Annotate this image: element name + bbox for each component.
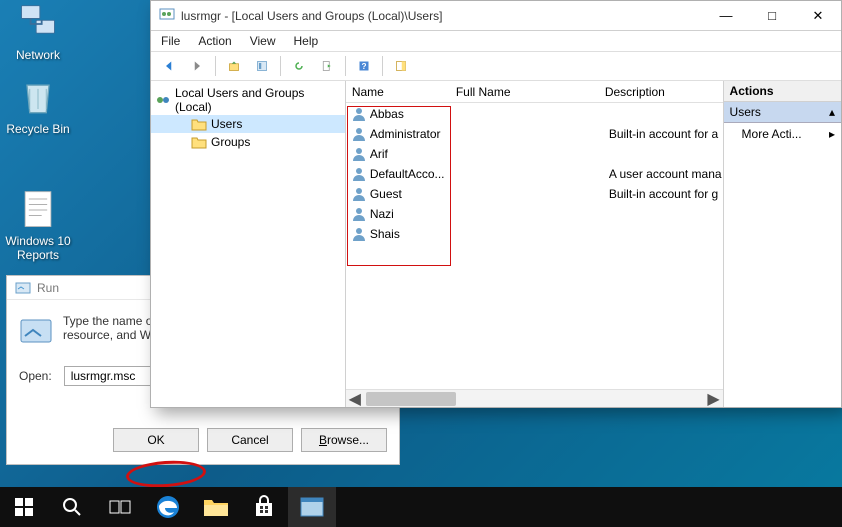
user-icon bbox=[351, 106, 367, 122]
column-description[interactable]: Description bbox=[599, 85, 723, 99]
search-button[interactable] bbox=[48, 487, 96, 527]
desktop-recycle-bin[interactable]: Recycle Bin bbox=[0, 76, 76, 136]
user-name: Arif bbox=[370, 147, 460, 161]
run-title-icon bbox=[15, 280, 31, 296]
folder-icon bbox=[191, 134, 207, 150]
actions-more[interactable]: More Acti... ▸ bbox=[724, 123, 841, 145]
user-name: Nazi bbox=[370, 207, 460, 221]
window-title: lusrmgr - [Local Users and Groups (Local… bbox=[181, 9, 442, 23]
list-header-row: Name Full Name Description bbox=[346, 81, 723, 103]
user-row[interactable]: Nazi bbox=[347, 204, 722, 224]
tree-root-label: Local Users and Groups (Local) bbox=[175, 86, 341, 114]
menu-view[interactable]: View bbox=[250, 34, 276, 48]
tree-pane: Local Users and Groups (Local) Users Gro… bbox=[151, 81, 346, 407]
user-row[interactable]: Shais bbox=[347, 224, 722, 244]
actions-header: Actions bbox=[724, 81, 841, 102]
user-icon bbox=[351, 146, 367, 162]
up-button[interactable] bbox=[222, 54, 246, 78]
list-pane: Name Full Name Description Abbas Administ… bbox=[346, 81, 724, 407]
user-name: Abbas bbox=[370, 107, 460, 121]
user-description: Built-in account for g bbox=[609, 187, 722, 201]
tree-root[interactable]: Local Users and Groups (Local) bbox=[151, 85, 345, 115]
tree-node-label: Groups bbox=[211, 135, 250, 149]
maximize-button[interactable]: □ bbox=[749, 1, 795, 31]
desktop-network[interactable]: Network bbox=[0, 2, 76, 62]
run-title-text: Run bbox=[37, 281, 59, 295]
run-open-label: Open: bbox=[19, 369, 52, 383]
user-icon bbox=[351, 226, 367, 242]
user-icon bbox=[351, 186, 367, 202]
svg-text:?: ? bbox=[361, 62, 366, 71]
taskview-button[interactable] bbox=[96, 487, 144, 527]
run-browse-button[interactable]: BBrowse...rowse... bbox=[301, 428, 387, 452]
user-icon bbox=[351, 126, 367, 142]
tree-root-icon bbox=[155, 92, 171, 108]
forward-button[interactable] bbox=[185, 54, 209, 78]
user-icon bbox=[351, 206, 367, 222]
run-ok-button[interactable]: OK bbox=[113, 428, 199, 452]
user-row[interactable]: Administrator Built-in account for a bbox=[347, 124, 722, 144]
user-row[interactable]: DefaultAcco... A user account mana bbox=[347, 164, 722, 184]
recycle-bin-icon bbox=[16, 76, 60, 120]
taskbar bbox=[0, 487, 842, 527]
close-button[interactable]: ✕ bbox=[795, 1, 841, 31]
user-icon bbox=[351, 166, 367, 182]
lusrmgr-window: lusrmgr - [Local Users and Groups (Local… bbox=[150, 0, 842, 408]
menubar: File Action View Help bbox=[151, 31, 841, 51]
actions-more-label: More Acti... bbox=[742, 127, 802, 141]
menu-file[interactable]: File bbox=[161, 34, 180, 48]
menu-help[interactable]: Help bbox=[294, 34, 319, 48]
scroll-thumb[interactable] bbox=[366, 392, 456, 406]
actions-pane: Actions Users ▴ More Acti... ▸ bbox=[724, 81, 841, 407]
folder-icon bbox=[191, 116, 207, 132]
desktop-label: Windows 10 Reports bbox=[0, 234, 76, 262]
actions-group-users[interactable]: Users ▴ bbox=[724, 102, 841, 123]
user-name: Shais bbox=[370, 227, 460, 241]
toolbar: ? bbox=[151, 51, 841, 81]
collapse-icon: ▴ bbox=[829, 105, 835, 119]
user-name: Guest bbox=[370, 187, 460, 201]
tree-node-groups[interactable]: Groups bbox=[151, 133, 345, 151]
user-row[interactable]: Arif bbox=[347, 144, 722, 164]
export-button[interactable] bbox=[315, 54, 339, 78]
text-file-icon bbox=[16, 188, 60, 232]
taskbar-store[interactable] bbox=[240, 487, 288, 527]
user-name: Administrator bbox=[370, 127, 460, 141]
scroll-right-icon[interactable]: ▶ bbox=[705, 390, 723, 408]
user-description: Built-in account for a bbox=[609, 127, 722, 141]
tree-node-label: Users bbox=[211, 117, 242, 131]
taskbar-edge[interactable] bbox=[144, 487, 192, 527]
column-name[interactable]: Name bbox=[346, 85, 450, 99]
run-cancel-button[interactable]: Cancel bbox=[207, 428, 293, 452]
minimize-button[interactable]: — bbox=[703, 1, 749, 31]
user-description: A user account mana bbox=[609, 167, 722, 181]
scroll-left-icon[interactable]: ◀ bbox=[346, 390, 364, 408]
desktop-label: Network bbox=[0, 48, 76, 62]
user-row[interactable]: Abbas bbox=[347, 104, 722, 124]
window-icon bbox=[159, 6, 175, 25]
desktop-text-file[interactable]: Windows 10 Reports bbox=[0, 188, 76, 262]
refresh-button[interactable] bbox=[287, 54, 311, 78]
taskbar-lusrmgr[interactable] bbox=[288, 487, 336, 527]
actions-group-label: Users bbox=[730, 105, 761, 119]
annotation-ellipse bbox=[125, 458, 207, 490]
help-button[interactable]: ? bbox=[352, 54, 376, 78]
menu-action[interactable]: Action bbox=[198, 34, 231, 48]
chevron-right-icon: ▸ bbox=[829, 127, 835, 141]
properties-button[interactable] bbox=[250, 54, 274, 78]
start-button[interactable] bbox=[0, 487, 48, 527]
column-fullname[interactable]: Full Name bbox=[450, 85, 599, 99]
run-app-icon bbox=[19, 314, 53, 348]
horizontal-scrollbar[interactable]: ◀ ▶ bbox=[346, 389, 723, 407]
show-hide-action-pane-button[interactable] bbox=[389, 54, 413, 78]
user-name: DefaultAcco... bbox=[370, 167, 460, 181]
tree-node-users[interactable]: Users bbox=[151, 115, 345, 133]
taskbar-explorer[interactable] bbox=[192, 487, 240, 527]
desktop-label: Recycle Bin bbox=[0, 122, 76, 136]
user-row[interactable]: Guest Built-in account for g bbox=[347, 184, 722, 204]
back-button[interactable] bbox=[157, 54, 181, 78]
network-icon bbox=[16, 2, 60, 46]
